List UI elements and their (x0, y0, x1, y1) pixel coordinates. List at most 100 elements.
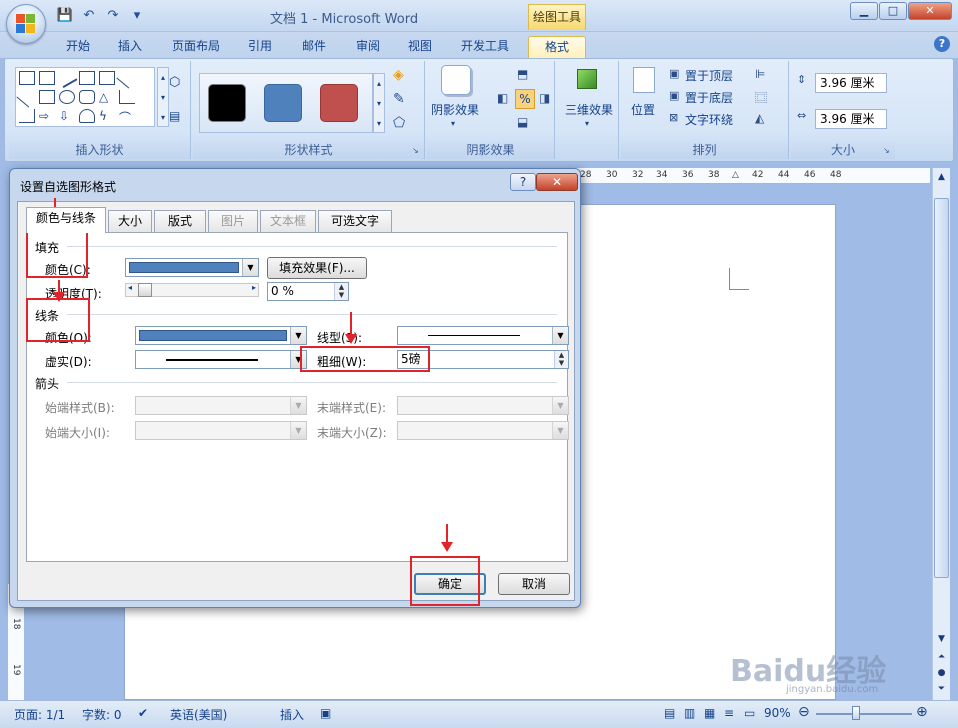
cancel-button[interactable]: 取消 (498, 573, 570, 595)
undo-icon[interactable]: ↶ (80, 7, 98, 25)
line-style-dropdown[interactable]: ▼ (397, 326, 569, 345)
change-shape-icon[interactable]: ⬠ (393, 115, 405, 131)
slider-left-arrow-icon[interactable]: ◂ (128, 283, 132, 292)
close-button[interactable]: ✕ (908, 2, 952, 20)
shape-height-input[interactable]: 3.96 厘米 (815, 73, 887, 93)
rotate-icon[interactable]: ◭ (755, 111, 764, 125)
office-button[interactable] (6, 4, 46, 44)
end-style-dropdown[interactable]: ▼ (397, 396, 569, 415)
tab-home[interactable]: 开始 (60, 36, 96, 58)
shadow-toggle-icon[interactable]: % (515, 89, 535, 109)
tab-developer[interactable]: 开发工具 (454, 36, 516, 58)
transparency-slider-thumb[interactable] (138, 283, 152, 297)
tab-size[interactable]: 大小 (108, 210, 152, 232)
fill-color-dropdown[interactable]: ▼ (125, 258, 259, 277)
transparency-slider[interactable]: ◂ ▸ (125, 283, 259, 297)
full-screen-icon[interactable]: ▥ (684, 706, 695, 720)
dash-type-dropdown[interactable]: ▼ (135, 350, 307, 369)
pencil-icon[interactable] (56, 67, 78, 89)
elbow-connector-icon[interactable] (119, 90, 135, 104)
line-color-dropdown[interactable]: ▼ (135, 326, 307, 345)
dialog-launcher-icon[interactable]: ↘ (412, 146, 422, 156)
tab-layout[interactable]: 版式 (154, 210, 206, 232)
align-icon[interactable]: ⊫ (755, 67, 765, 81)
page-count[interactable]: 页面: 1/1 (14, 706, 65, 723)
curve-icon[interactable]: ⌒ (119, 109, 135, 125)
style-swatch-blue[interactable] (264, 84, 302, 122)
tab-alt-text[interactable]: 可选文字 (318, 210, 392, 232)
triangle-shape-icon[interactable]: △ (99, 90, 115, 104)
next-page-icon[interactable]: ⏷ (935, 684, 948, 696)
dialog-close-button[interactable]: ✕ (536, 173, 578, 191)
tab-references[interactable]: 引用 (242, 36, 278, 58)
proofing-icon[interactable]: ✔ (138, 706, 148, 720)
insert-mode[interactable]: 插入 (280, 706, 304, 723)
text-wrapping-button[interactable]: 文字环绕 (685, 111, 733, 128)
nudge-right-icon[interactable]: ◨ (539, 91, 550, 105)
arrow-line-icon[interactable] (16, 86, 38, 108)
position-icon[interactable] (633, 67, 655, 93)
minimize-button[interactable]: ▁ (850, 2, 878, 20)
dialog-launcher-icon[interactable]: ↘ (883, 146, 893, 156)
web-layout-icon[interactable]: ▦ (704, 706, 715, 720)
word-count[interactable]: 字数: 0 (82, 706, 122, 723)
down-arrow-shape-icon[interactable]: ⇩ (59, 109, 75, 123)
bring-to-front-button[interactable]: 置于顶层 (685, 67, 733, 84)
help-icon[interactable]: ? (934, 36, 950, 52)
flowchart-icon[interactable] (79, 109, 95, 123)
rectangle-shape-icon[interactable] (39, 90, 55, 104)
begin-size-dropdown[interactable]: ▼ (135, 421, 307, 440)
shadow-effects-button[interactable]: 阴影效果 (431, 101, 479, 118)
vtext-icon[interactable] (99, 71, 115, 85)
prev-page-icon[interactable]: ⏶ (935, 652, 948, 664)
right-arrow-shape-icon[interactable]: ⇨ (39, 109, 55, 123)
vertical-scrollbar[interactable]: ▲ ▼ ⏶ ● ⏷ (932, 168, 950, 700)
slider-right-arrow-icon[interactable]: ▸ (252, 283, 256, 292)
oval-shape-icon[interactable] (59, 90, 75, 104)
style-swatch-red[interactable] (320, 84, 358, 122)
tab-text-box[interactable]: 文本框 (260, 210, 316, 232)
tab-insert[interactable]: 插入 (112, 36, 148, 58)
browse-object-icon[interactable]: ● (935, 668, 948, 680)
tab-view[interactable]: 视图 (402, 36, 438, 58)
tab-mailings[interactable]: 邮件 (296, 36, 332, 58)
edit-shape-icon[interactable]: ⬡ (169, 75, 180, 90)
wordart-icon[interactable] (79, 71, 95, 85)
style-swatch-black[interactable] (208, 84, 246, 122)
tab-review[interactable]: 审阅 (350, 36, 386, 58)
macro-record-icon[interactable]: ▣ (320, 706, 331, 720)
maximize-button[interactable]: □ (879, 2, 907, 20)
connector-icon[interactable] (19, 109, 35, 123)
shape-gallery[interactable]: △ ⇨ ⇩ ϟ ⌒ (15, 67, 155, 127)
end-size-dropdown[interactable]: ▼ (397, 421, 569, 440)
text-box-icon[interactable]: ▤ (169, 109, 180, 123)
fill-effects-button[interactable]: 填充效果(F)... (267, 257, 367, 279)
zoom-in-icon[interactable]: ⊕ (916, 704, 928, 720)
position-button[interactable]: 位置 (631, 101, 655, 118)
transparency-input[interactable]: 0 % ▲ ▼ (267, 282, 349, 301)
spin-buttons-icon[interactable]: ▲ ▼ (554, 351, 568, 368)
nudge-left-icon[interactable]: ◧ (497, 91, 508, 105)
lightning-icon[interactable]: ϟ (99, 109, 115, 123)
scroll-up-icon[interactable]: ▲ (935, 172, 948, 184)
send-to-back-button[interactable]: 置于底层 (685, 89, 733, 106)
3d-effects-button[interactable]: 三维效果 (565, 101, 613, 118)
outline-view-icon[interactable]: ≡ (724, 706, 734, 720)
scroll-down-icon[interactable]: ▼ (935, 634, 948, 646)
cube-icon[interactable] (577, 69, 597, 89)
redo-icon[interactable]: ↷ (104, 7, 122, 25)
group-icon[interactable]: ⿴ (755, 89, 767, 106)
zoom-out-icon[interactable]: ⊖ (798, 704, 810, 720)
print-layout-icon[interactable]: ▤ (664, 706, 675, 720)
dialog-help-button[interactable]: ? (510, 173, 536, 191)
fill-color-icon[interactable]: ◈ (393, 67, 404, 83)
scrollbar-thumb[interactable] (934, 198, 949, 578)
tab-format[interactable]: 格式 (528, 36, 586, 58)
save-icon[interactable]: 💾 (56, 7, 74, 25)
tab-picture[interactable]: 图片 (208, 210, 258, 232)
shadow-effects-icon[interactable] (441, 65, 471, 95)
textbox-shape-icon[interactable] (19, 71, 35, 85)
zoom-slider[interactable] (816, 713, 912, 715)
begin-style-dropdown[interactable]: ▼ (135, 396, 307, 415)
language-indicator[interactable]: 英语(美国) (170, 706, 227, 723)
